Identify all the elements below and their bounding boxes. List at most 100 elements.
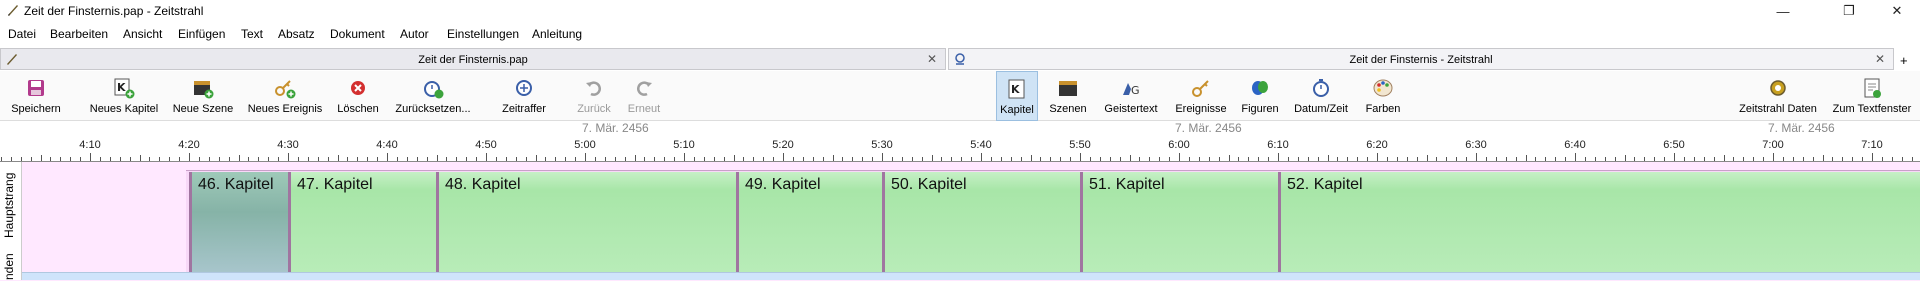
ruler-tick bbox=[882, 153, 883, 161]
back-button[interactable]: Zurück bbox=[570, 71, 618, 121]
ruler-tick bbox=[932, 155, 933, 161]
chapter-block[interactable]: 50. Kapitel bbox=[882, 172, 1080, 272]
ruler-tick bbox=[1644, 157, 1645, 161]
ruler-tick bbox=[872, 157, 873, 161]
ruler-tick bbox=[951, 157, 952, 161]
to-text-window-button[interactable]: Zum Textfenster bbox=[1828, 71, 1916, 121]
clapperboard-icon bbox=[1059, 81, 1077, 96]
ruler-tick bbox=[575, 157, 576, 161]
new-event-button[interactable]: Neues Ereignis bbox=[246, 71, 324, 121]
ruler-tick bbox=[941, 157, 942, 161]
figures-view-toggle[interactable]: Figuren bbox=[1236, 71, 1284, 121]
timeline-data-button[interactable]: Zeitstrahl Daten bbox=[1736, 71, 1820, 121]
tab-document-close-icon[interactable]: ✕ bbox=[927, 52, 937, 66]
lower-strand-row[interactable] bbox=[0, 272, 1920, 280]
to-text-window-label: Zum Textfenster bbox=[1832, 103, 1912, 115]
to-text-window-icon bbox=[1864, 78, 1881, 98]
ruler-time-label: 6:20 bbox=[1366, 139, 1388, 151]
chapter-block[interactable]: 47. Kapitel bbox=[288, 172, 436, 272]
chapter-block[interactable]: 52. Kapitel bbox=[1278, 172, 1920, 272]
new-chapter-icon: K bbox=[114, 78, 135, 99]
window-title: Zeit der Finsternis.pap - Zeitstrahl bbox=[24, 4, 204, 18]
menu-autor[interactable]: Autor bbox=[400, 27, 429, 41]
ruler-tick bbox=[1773, 153, 1774, 161]
time-lapse-button[interactable]: Zeitraffer bbox=[494, 71, 554, 121]
ruler-tick bbox=[1605, 157, 1606, 161]
chapter-block[interactable]: 46. Kapitel bbox=[189, 172, 288, 272]
ruler-tick bbox=[1179, 153, 1180, 161]
ruler-tick bbox=[1357, 157, 1358, 161]
chapter-block[interactable]: 48. Kapitel bbox=[436, 172, 736, 272]
ruler-tick bbox=[615, 157, 616, 161]
date-time-view-toggle[interactable]: Datum/Zeit bbox=[1290, 71, 1352, 121]
tab-timeline-title: Zeit der Finsternis - Zeitstrahl bbox=[1349, 54, 1493, 66]
menu-einfuegen[interactable]: Einfügen bbox=[178, 27, 225, 41]
ruler-tick bbox=[1238, 157, 1239, 161]
delete-button[interactable]: Löschen bbox=[334, 71, 382, 121]
ruler-tick bbox=[377, 157, 378, 161]
menu-datei[interactable]: Datei bbox=[8, 27, 36, 41]
close-button[interactable]: ✕ bbox=[1874, 0, 1920, 22]
menu-einstellungen[interactable]: Einstellungen bbox=[447, 27, 519, 41]
ghost-text-view-toggle[interactable]: G Geistertext bbox=[1100, 71, 1162, 121]
redo-label: Erneut bbox=[627, 103, 661, 115]
redo-button[interactable]: Erneut bbox=[620, 71, 668, 121]
back-label: Zurück bbox=[577, 103, 611, 115]
ruler-tick bbox=[585, 153, 586, 161]
ruler-tick bbox=[219, 157, 220, 161]
ruler-tick bbox=[1694, 157, 1695, 161]
ruler-tick bbox=[773, 157, 774, 161]
chapter-label: 46. Kapitel bbox=[198, 176, 274, 193]
ruler-tick bbox=[1625, 155, 1626, 161]
tab-timeline-close-icon[interactable]: ✕ bbox=[1875, 52, 1885, 66]
menu-dokument[interactable]: Dokument bbox=[330, 27, 385, 41]
ruler-tick bbox=[734, 155, 735, 161]
ruler-time-label: 6:30 bbox=[1465, 139, 1487, 151]
chapter-view-toggle[interactable]: K Kapitel bbox=[996, 71, 1038, 121]
tab-timeline[interactable]: Zeit der Finsternis - Zeitstrahl ✕ bbox=[948, 48, 1894, 70]
ruler-tick bbox=[1110, 157, 1111, 161]
chapter-block[interactable]: 49. Kapitel bbox=[736, 172, 882, 272]
menu-anleitung[interactable]: Anleitung bbox=[532, 27, 582, 41]
chapter-label: 48. Kapitel bbox=[445, 176, 521, 193]
reset-button[interactable]: Zurücksetzen... bbox=[392, 71, 474, 121]
ruler-tick bbox=[1169, 157, 1170, 161]
ruler-tick bbox=[1634, 157, 1635, 161]
maximize-button[interactable]: ❐ bbox=[1826, 0, 1872, 22]
ruler-tick bbox=[1545, 157, 1546, 161]
tab-document[interactable]: Zeit der Finsternis.pap ✕ bbox=[0, 48, 946, 70]
time-ruler[interactable]: 7. Mär. 2456 7. Mär. 2456 7. Mär. 2456 4… bbox=[0, 121, 1920, 162]
ruler-tick bbox=[278, 157, 279, 161]
ruler-tick bbox=[1852, 157, 1853, 161]
menu-bar: Datei Bearbeiten Ansicht Einfügen Text A… bbox=[0, 22, 1920, 44]
save-button[interactable]: Speichern bbox=[6, 71, 66, 121]
ruler-tick bbox=[892, 157, 893, 161]
ghost-text-view-label: Geistertext bbox=[1104, 103, 1158, 115]
minimize-button[interactable]: — bbox=[1760, 0, 1806, 22]
palette-icon bbox=[1373, 79, 1393, 97]
new-chapter-button[interactable]: K Neues Kapitel bbox=[88, 71, 160, 121]
chapter-label: 47. Kapitel bbox=[297, 176, 373, 193]
ruler-tick bbox=[90, 153, 91, 161]
lower-strand-label: nden bbox=[2, 253, 16, 280]
menu-absatz[interactable]: Absatz bbox=[278, 27, 315, 41]
ruler-tick bbox=[169, 157, 170, 161]
undo-icon bbox=[586, 81, 601, 96]
reset-label: Zurücksetzen... bbox=[395, 103, 471, 115]
events-view-toggle[interactable]: Ereignisse bbox=[1172, 71, 1230, 121]
ruler-tick bbox=[1367, 157, 1368, 161]
ruler-tick bbox=[823, 157, 824, 161]
chapter-block[interactable]: 51. Kapitel bbox=[1080, 172, 1278, 272]
menu-text[interactable]: Text bbox=[241, 27, 263, 41]
menu-ansicht[interactable]: Ansicht bbox=[123, 27, 162, 41]
ruler-tick bbox=[1496, 157, 1497, 161]
add-tab-button[interactable]: + bbox=[1900, 53, 1908, 68]
scenes-view-toggle[interactable]: Szenen bbox=[1046, 71, 1090, 121]
ruler-tick bbox=[1347, 157, 1348, 161]
ruler-tick bbox=[248, 157, 249, 161]
colors-view-toggle[interactable]: Farben bbox=[1360, 71, 1406, 121]
ruler-tick bbox=[1387, 157, 1388, 161]
menu-bearbeiten[interactable]: Bearbeiten bbox=[50, 27, 108, 41]
new-scene-button[interactable]: Neue Szene bbox=[170, 71, 236, 121]
ruler-tick bbox=[258, 157, 259, 161]
